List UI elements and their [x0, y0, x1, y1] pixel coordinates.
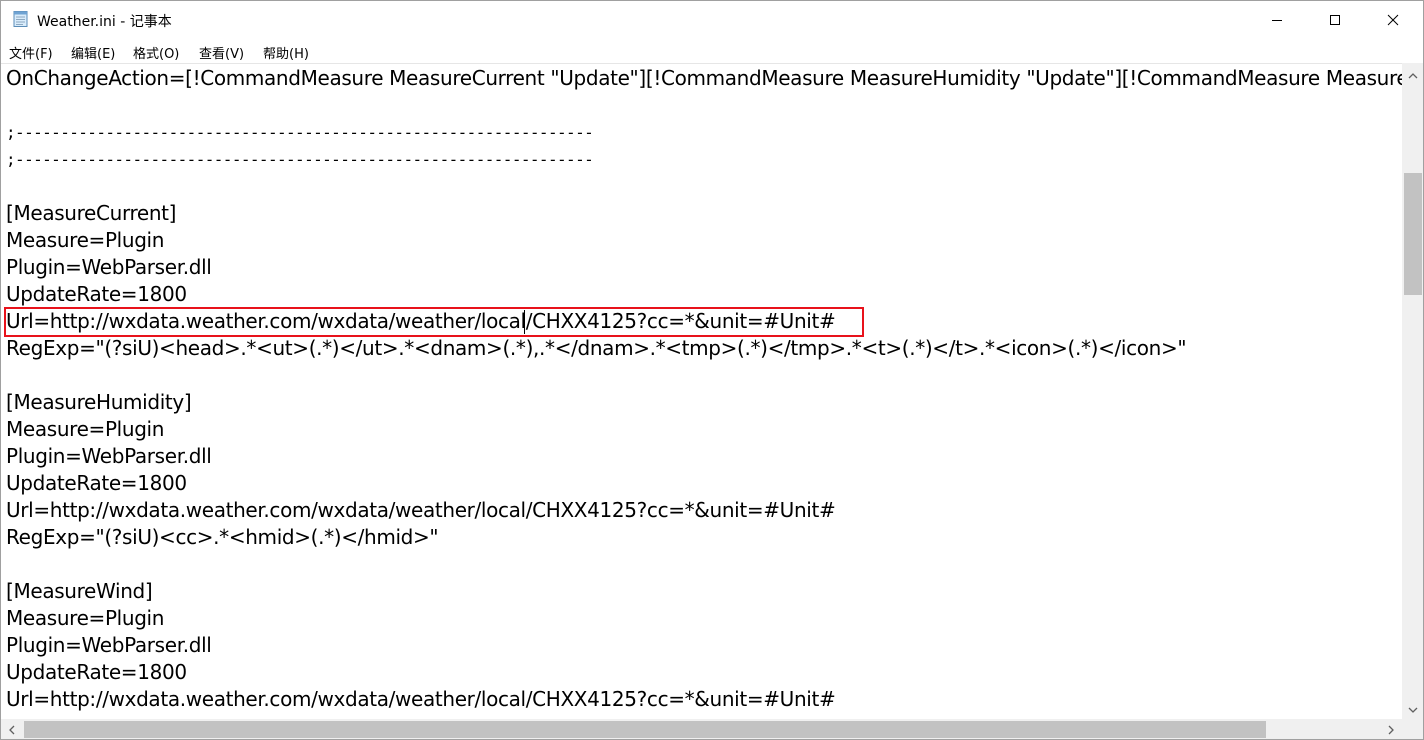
- close-button[interactable]: [1364, 1, 1422, 39]
- text-line: Url=http://wxdata.weather.com/wxdata/wea…: [6, 687, 836, 711]
- window-title: Weather.ini - 记事本: [37, 14, 172, 30]
- text-line: Measure=Plugin: [6, 606, 165, 630]
- chevron-right-icon: [1387, 720, 1395, 739]
- chevron-up-icon: [1408, 65, 1418, 84]
- menu-help[interactable]: 帮助(H): [263, 43, 309, 62]
- menu-view[interactable]: 查看(V): [199, 43, 244, 62]
- menu-bar: 文件(F) 编辑(E) 格式(O) 查看(V) 帮助(H): [1, 39, 1423, 63]
- text-line: UpdateRate=1800: [6, 471, 187, 495]
- text-line: Measure=Plugin: [6, 228, 165, 252]
- text-line: RegExp="(?siU)<head>.*<ut>(.*)</ut>.*<dn…: [6, 336, 1187, 360]
- maximize-icon: [1329, 11, 1341, 30]
- text-line: Plugin=WebParser.dll: [6, 633, 212, 657]
- minimize-icon: [1271, 11, 1283, 30]
- text-line: UpdateRate=1800: [6, 282, 187, 306]
- scroll-left-button[interactable]: [1, 719, 23, 739]
- scrollbar-corner: [1402, 719, 1423, 739]
- text-line: RegExp="(?siU)<cc>.*<hmid>(.*)</hmid>": [6, 525, 439, 549]
- text-editor[interactable]: OnChangeAction=[!CommandMeasure MeasureC…: [1, 63, 1402, 720]
- text-line: [MeasureWind]: [6, 579, 153, 603]
- text-line: Plugin=WebParser.dll: [6, 444, 212, 468]
- title-bar[interactable]: Weather.ini - 记事本: [1, 1, 1423, 39]
- scroll-down-button[interactable]: [1402, 697, 1423, 719]
- close-icon: [1387, 11, 1399, 30]
- vertical-scrollbar[interactable]: [1402, 63, 1423, 719]
- chevron-left-icon: [8, 720, 16, 739]
- text-line: [MeasureHumidity]: [6, 390, 192, 414]
- text-line: Url=http://wxdata.weather.com/wxdata/wea…: [6, 498, 836, 522]
- menu-edit[interactable]: 编辑(E): [71, 43, 115, 62]
- horizontal-scroll-thumb[interactable]: [24, 721, 1266, 738]
- text-caret: [524, 310, 525, 334]
- text-line: UpdateRate=1800: [6, 660, 187, 684]
- text-line: OnChangeAction=[!CommandMeasure MeasureC…: [6, 66, 1402, 90]
- notepad-icon: [12, 10, 30, 28]
- menu-format[interactable]: 格式(O): [133, 43, 179, 62]
- chevron-down-icon: [1408, 699, 1418, 718]
- scroll-up-button[interactable]: [1402, 63, 1423, 85]
- maximize-button[interactable]: [1306, 1, 1364, 39]
- text-line: ;---------------------------------------…: [6, 123, 594, 142]
- menu-file[interactable]: 文件(F): [9, 43, 53, 62]
- horizontal-scrollbar[interactable]: [1, 719, 1402, 739]
- text-line: Plugin=WebParser.dll: [6, 255, 212, 279]
- vertical-scroll-thumb[interactable]: [1404, 173, 1422, 295]
- text-line: ;---------------------------------------…: [6, 150, 594, 169]
- minimize-button[interactable]: [1248, 1, 1306, 39]
- notepad-window: Weather.ini - 记事本 文件(F) 编辑(E) 格式(O) 查看(V…: [0, 0, 1424, 740]
- scroll-right-button[interactable]: [1380, 719, 1402, 739]
- highlight-box: [4, 307, 864, 337]
- text-line: [MeasureCurrent]: [6, 201, 177, 225]
- text-line: Measure=Plugin: [6, 417, 165, 441]
